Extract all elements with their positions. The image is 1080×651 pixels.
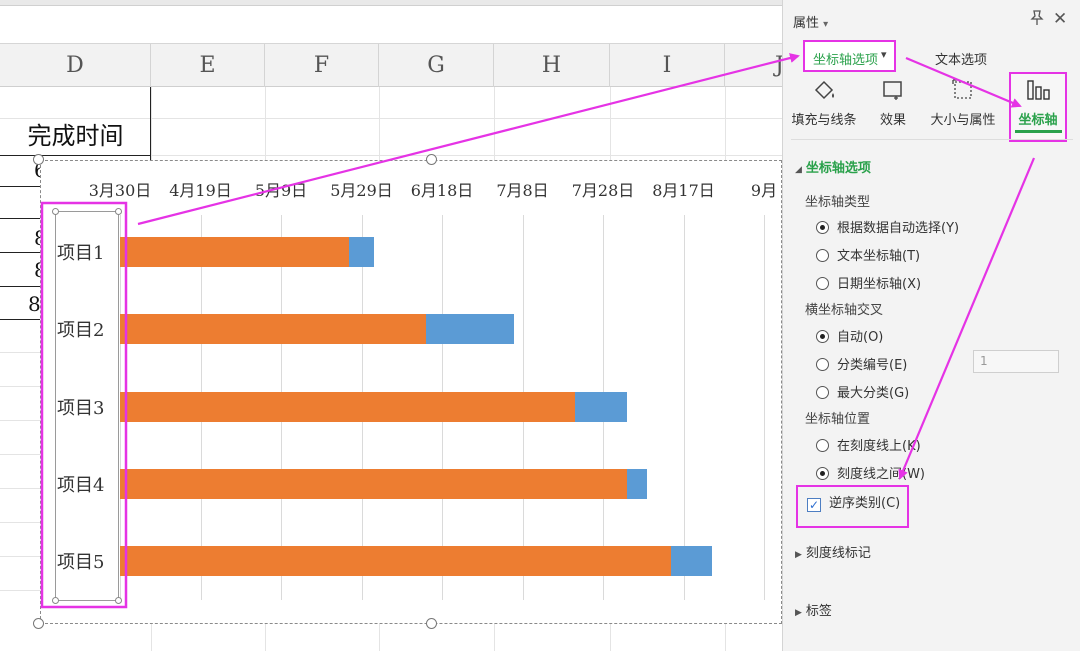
paint-bucket-icon [789,76,859,106]
resize-handle[interactable] [115,208,122,215]
x-axis-tick-label: 7月8日 [496,181,549,200]
column-header-e[interactable]: E [151,44,265,87]
chevron-down-icon: ▾ [881,48,887,61]
tab-text-options[interactable]: 文本选项 [935,49,987,68]
chart-gridline [683,215,685,600]
table-border [0,155,151,156]
cell-value[interactable]: 8 [28,292,41,316]
category-axis-selection[interactable] [52,208,122,604]
radio-button[interactable] [816,358,829,371]
reverse-categories-checkbox[interactable]: ✓ 逆序类别(C) [807,492,900,512]
bar-chart-icon [1009,76,1067,106]
radio-cross-max-category[interactable]: 最大分类(G) [816,382,909,401]
radio-auto-select[interactable]: 根据数据自动选择(Y) [816,217,959,236]
tab-effects[interactable]: 效果 [869,76,917,128]
radio-button[interactable] [816,277,829,290]
x-axis-tick-label: 5月29日 [330,181,393,200]
chevron-down-icon: ▾ [823,19,829,30]
cross-label: 横坐标轴交叉 [805,303,884,318]
column-header-i[interactable]: I [610,44,725,87]
bar-segment-blue[interactable] [349,237,374,267]
category-number-input[interactable]: 1 [973,350,1059,373]
property-panel: 属性 ▾ ✕ 坐标轴选项 ▾ 文本选项 填充与线条 效果 大小与属性 坐标轴 ◢… [782,0,1080,651]
checkbox-checked-icon[interactable]: ✓ [807,498,821,512]
triangle-right-icon: ▶ [795,608,802,618]
radio-text-axis[interactable]: 文本坐标轴(T) [816,245,920,264]
triangle-down-icon: ◢ [795,165,802,175]
section-labels[interactable]: ▶ 标签 [795,600,832,619]
bar-segment-blue[interactable] [574,391,628,422]
chart-resize-handle[interactable] [426,618,437,629]
x-axis-tick-label: 6月18日 [410,181,474,200]
bar-segment-orange[interactable] [120,314,426,345]
x-axis-tick-label: 4月19日 [169,181,232,200]
radio-date-axis[interactable]: 日期坐标轴(X) [816,273,921,292]
effects-icon [869,76,917,106]
x-axis-tick-label: 3月30日 [88,181,152,200]
column-header-h[interactable]: H [494,44,610,87]
x-axis-tick-label: 9月 [750,181,778,200]
x-axis-tick-label: 7月28日 [571,181,635,200]
radio-cross-category-number[interactable]: 分类编号(E) [816,354,907,373]
spreadsheet-area[interactable]: D E F G H I J 完成时间 6 8 8 8 3月30日4月19日5月9… [0,0,782,651]
resize-handle[interactable] [115,597,122,604]
chart-gridline [764,215,765,600]
bar-segment-blue[interactable] [627,468,648,499]
panel-title[interactable]: 属性 ▾ [793,12,828,31]
column-header-row: D E F G H I J [0,44,782,87]
radio-button[interactable] [816,439,829,452]
tab-fill-and-line[interactable]: 填充与线条 [789,76,859,128]
section-axis-options[interactable]: ◢ 坐标轴选项 [795,157,871,176]
radio-button[interactable] [816,467,829,480]
active-tab-indicator [1015,130,1062,133]
radio-on-tick-marks[interactable]: 在刻度线上(K) [816,435,921,454]
bar-segment-blue[interactable] [671,546,712,577]
close-icon[interactable]: ✕ [1053,9,1067,29]
x-axis-tick-label: 8月17日 [652,181,715,200]
radio-button[interactable] [816,249,829,262]
section-tick-marks[interactable]: ▶ 刻度线标记 [795,542,871,561]
radio-button[interactable] [816,330,829,343]
chart-resize-handle[interactable] [426,154,437,165]
chart-resize-handle[interactable] [33,154,44,165]
sheet-top-strip [0,6,782,44]
column-header-j[interactable]: J [725,44,782,87]
tab-axis-options[interactable]: 坐标轴选项 ▾ [803,40,896,72]
column-header-g[interactable]: G [379,44,494,87]
x-axis-tick-label: 5月9日 [254,181,308,200]
column-header-d[interactable]: D [0,44,151,87]
column-header-f[interactable]: F [265,44,379,87]
resize-handle[interactable] [52,597,59,604]
tab-size-and-properties[interactable]: 大小与属性 [923,76,1003,128]
triangle-right-icon: ▶ [795,550,802,560]
chart-resize-handle[interactable] [33,618,44,629]
bar-segment-orange[interactable] [120,546,672,577]
bar-segment-orange[interactable] [120,237,350,267]
radio-button[interactable] [816,221,829,234]
radio-button[interactable] [816,386,829,399]
pin-icon[interactable] [1029,9,1045,31]
resize-handle[interactable] [52,208,59,215]
axis-position-label: 坐标轴位置 [805,412,871,427]
axis-type-label: 坐标轴类型 [805,195,871,210]
bar-segment-orange[interactable] [120,468,628,499]
radio-cross-auto[interactable]: 自动(O) [816,326,883,345]
bar-segment-blue[interactable] [425,314,515,345]
gantt-chart[interactable]: 3月30日 4月19日 5月9日 5月29日 6月18日 7月8日 7月28日 8月17日 9月… [40,160,782,624]
divider [791,139,1073,140]
size-properties-icon [923,76,1003,106]
bar-segment-orange[interactable] [120,391,575,422]
cell-completion-time-header[interactable]: 完成时间 [0,118,151,155]
radio-between-tick-marks[interactable]: 刻度线之间(W) [816,463,925,482]
tab-axis[interactable]: 坐标轴 [1009,76,1067,128]
